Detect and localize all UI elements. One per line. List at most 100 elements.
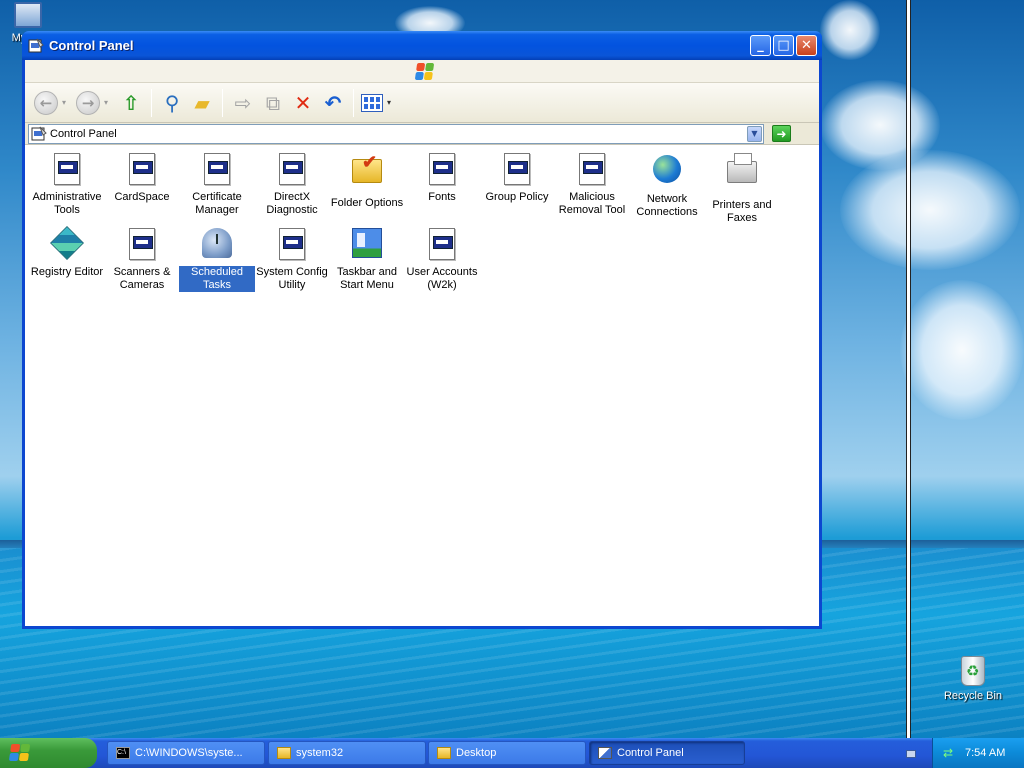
item-label: Printers and Faxes: [712, 199, 772, 224]
items-view: Administrative Tools CardSpace Certificate…: [25, 145, 819, 625]
control-panel-item[interactable]: Group Policy: [479, 153, 555, 204]
chevron-down-icon: ▼: [751, 129, 758, 138]
taskbar-icon: [351, 228, 383, 260]
control-panel-item[interactable]: Network Connections: [629, 153, 705, 219]
control-panel-item[interactable]: Administrative Tools: [29, 153, 105, 217]
control-panel-item[interactable]: DirectX Diagnostic: [254, 153, 330, 217]
up-folder-button[interactable]: ⇧: [118, 89, 144, 117]
back-arrow-icon: ←: [39, 93, 53, 112]
taskbar-button-cmd[interactable]: C:\ C:\WINDOWS\syste...: [107, 741, 265, 765]
back-button[interactable]: ←: [34, 90, 58, 115]
control-panel-icon: [28, 38, 44, 52]
user-accounts-icon: [426, 228, 458, 260]
up-arrow-icon: ⇧: [122, 90, 140, 115]
sysconfig-icon: [276, 228, 308, 260]
address-text: Control Panel: [50, 127, 117, 140]
cloud: [900, 280, 1024, 420]
move-to-button[interactable]: ⇨: [230, 89, 256, 117]
folders-icon: ▰: [194, 90, 210, 115]
scanner-icon: [126, 228, 158, 260]
computer-icon: [14, 2, 42, 28]
network-tray-icon[interactable]: ⇄: [943, 746, 957, 760]
fonts-icon: [426, 153, 458, 185]
item-label: Fonts: [428, 191, 456, 203]
folder-options-icon: [351, 156, 383, 191]
control-panel-item[interactable]: Registry Editor: [29, 226, 105, 279]
clock[interactable]: 7:54 AM: [965, 747, 1005, 759]
copy-to-icon: ⧉: [265, 90, 281, 115]
back-dropdown-icon[interactable]: ▾: [62, 98, 66, 107]
go-button[interactable]: ➜: [772, 125, 791, 142]
removal-tool-icon: [576, 153, 608, 185]
taskbar-button-control-panel[interactable]: Control Panel: [589, 741, 745, 765]
control-panel-item[interactable]: Scanners & Cameras: [104, 228, 180, 292]
control-panel-item[interactable]: Fonts: [404, 153, 480, 204]
folders-button[interactable]: ▰: [189, 89, 215, 117]
minimize-button[interactable]: _: [750, 35, 771, 56]
directx-icon: [276, 153, 308, 185]
address-dropdown-button[interactable]: ▼: [747, 125, 762, 142]
views-dropdown-icon[interactable]: ▾: [387, 98, 391, 107]
control-panel-item[interactable]: User Accounts (W2k): [404, 228, 480, 292]
control-panel-item[interactable]: Taskbar and Start Menu: [329, 228, 405, 292]
item-label: Group Policy: [485, 191, 549, 203]
copy-to-button[interactable]: ⧉: [260, 89, 286, 117]
delete-icon: ✕: [294, 90, 312, 115]
show-desktop-icon[interactable]: [906, 750, 916, 758]
folder-icon: [277, 747, 291, 759]
address-field[interactable]: Control Panel ▼: [28, 123, 764, 144]
recycle-bin-desktop-icon[interactable]: Recycle Bin: [938, 656, 1008, 702]
taskbar-button-label: Desktop: [456, 747, 497, 759]
control-panel-item[interactable]: Malicious Removal Tool: [554, 153, 630, 217]
item-label: Scanners & Cameras: [113, 266, 171, 291]
cloud: [840, 150, 1020, 270]
toolbar-separator: [151, 88, 153, 117]
taskbar-button-desktop[interactable]: Desktop: [428, 741, 586, 765]
control-panel-icon: [598, 747, 612, 759]
forward-arrow-icon: →: [81, 93, 95, 112]
scheduled-tasks-icon: [201, 228, 233, 260]
start-button[interactable]: [0, 738, 97, 768]
forward-dropdown-icon[interactable]: ▾: [104, 98, 108, 107]
windows-flag-icon: [8, 744, 32, 762]
item-label: User Accounts (W2k): [406, 266, 478, 291]
toolbar-separator: [353, 88, 355, 117]
desktop-icon-label: Recycle Bin: [943, 690, 1003, 702]
folder-icon: [437, 747, 451, 759]
control-panel-item[interactable]: Scheduled Tasks: [179, 228, 255, 292]
control-panel-item[interactable]: Certificate Manager: [179, 153, 255, 217]
control-panel-item[interactable]: CardSpace: [104, 153, 180, 204]
item-label: Certificate Manager: [192, 191, 242, 216]
window-edge-line: [906, 0, 911, 740]
item-label: Administrative Tools: [32, 191, 102, 216]
delete-button[interactable]: ✕: [290, 89, 316, 117]
control-panel-icon: [31, 126, 47, 140]
item-label: Malicious Removal Tool: [558, 191, 626, 216]
views-button[interactable]: [361, 93, 384, 112]
maximize-button[interactable]: □: [773, 35, 794, 56]
control-panel-item[interactable]: Printers and Faxes: [704, 153, 780, 225]
window-body: ← ▾ → ▾ ⇧ ⚲ ▰ ⇨ ⧉ ✕ ↶ ▾ Control Panel ▼ …: [25, 60, 819, 626]
cloud: [820, 0, 880, 60]
window-title: Control Panel: [49, 38, 134, 53]
item-label: System Config Utility: [256, 266, 328, 291]
control-panel-item[interactable]: System Config Utility: [254, 228, 330, 292]
control-panel-window: Control Panel _ □ ✕ ← ▾ → ▾ ⇧ ⚲ ▰ ⇨ ⧉ ✕ …: [22, 31, 822, 629]
close-button[interactable]: ✕: [796, 35, 817, 56]
item-label: DirectX Diagnostic: [266, 191, 318, 216]
close-icon: ✕: [801, 38, 812, 53]
forward-button[interactable]: →: [76, 90, 101, 115]
taskbar-button-label: Control Panel: [617, 747, 684, 759]
system-tray: ⇄ 7:54 AM: [932, 738, 1024, 768]
title-bar[interactable]: Control Panel _ □ ✕: [22, 31, 822, 60]
toolbar-separator: [222, 88, 224, 117]
group-policy-icon: [501, 153, 533, 185]
undo-button[interactable]: ↶: [320, 89, 346, 117]
minimize-icon: _: [757, 38, 764, 53]
taskbar-button-system32[interactable]: system32: [268, 741, 426, 765]
printer-icon: [726, 153, 758, 193]
search-button[interactable]: ⚲: [159, 89, 185, 117]
item-label: Folder Options: [330, 197, 404, 209]
taskbar: C:\ C:\WINDOWS\syste... system32 Desktop…: [0, 738, 1024, 768]
control-panel-item[interactable]: Folder Options: [329, 153, 405, 210]
